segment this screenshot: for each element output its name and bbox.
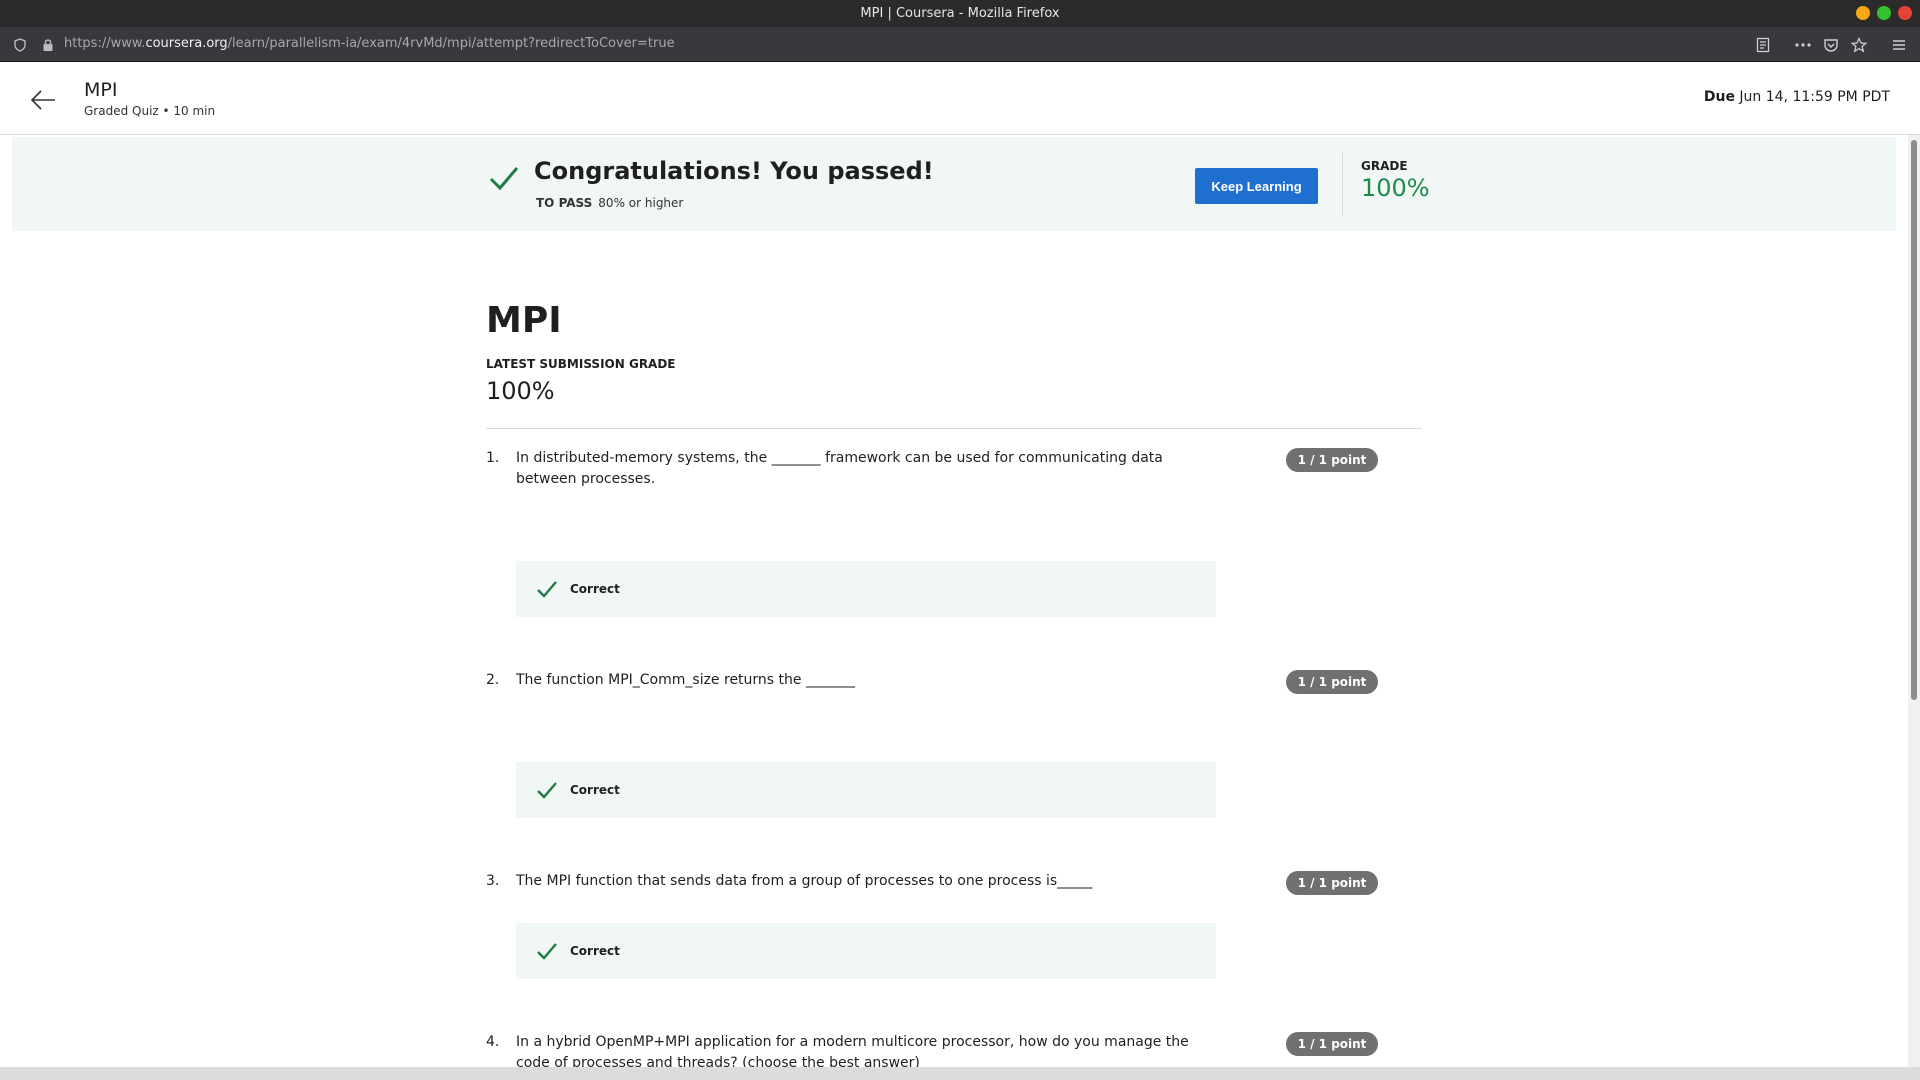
points-badge: 1 / 1 point xyxy=(1286,448,1378,472)
due-label: Due xyxy=(1703,89,1735,105)
passed-banner: Congratulations! You passed! TO PASS 80% … xyxy=(12,137,1896,231)
due-date: Due Jun 14, 11:59 PM PDT xyxy=(1704,89,1890,105)
due-value: Jun 14, 11:59 PM PDT xyxy=(1739,89,1890,105)
check-icon xyxy=(537,782,557,799)
close-button[interactable] xyxy=(1898,6,1912,20)
question-number: 4. xyxy=(486,1034,500,1050)
question-text: The function MPI_Comm_size returns the _… xyxy=(516,672,855,688)
quiz-title: MPI xyxy=(486,300,562,341)
grade-value: 100% xyxy=(1361,174,1430,202)
browser-toolbar: https://www.coursera.org/learn/paralleli… xyxy=(0,27,1920,62)
url-field[interactable]: https://www.coursera.org/learn/paralleli… xyxy=(64,36,675,51)
more-icon[interactable] xyxy=(1794,36,1812,54)
bookmark-star-icon[interactable] xyxy=(1850,36,1868,54)
check-icon xyxy=(537,581,557,598)
reader-view-icon[interactable] xyxy=(1754,36,1772,54)
correct-feedback: Correct xyxy=(516,762,1216,818)
window-titlebar: MPI | Coursera - Mozilla Firefox xyxy=(0,0,1920,27)
check-icon xyxy=(537,943,557,960)
latest-grade-label: LATEST SUBMISSION GRADE xyxy=(486,357,676,371)
menu-icon[interactable] xyxy=(1890,36,1908,54)
question-number: 3. xyxy=(486,873,500,889)
pocket-icon[interactable] xyxy=(1822,36,1840,54)
maximize-button[interactable] xyxy=(1877,6,1891,20)
divider xyxy=(486,428,1422,429)
window-title: MPI | Coursera - Mozilla Firefox xyxy=(860,6,1060,21)
points-badge: 1 / 1 point xyxy=(1286,1032,1378,1056)
question-text: The MPI function that sends data from a … xyxy=(516,873,1093,889)
minimize-button[interactable] xyxy=(1856,6,1870,20)
header-subtitle: Graded Quiz • 10 min xyxy=(84,104,216,118)
keep-learning-button[interactable]: Keep Learning xyxy=(1195,168,1318,204)
points-badge: 1 / 1 point xyxy=(1286,670,1378,694)
feedback-label: Correct xyxy=(570,783,620,797)
page-header: MPI Graded Quiz • 10 min Due Jun 14, 11:… xyxy=(0,63,1920,135)
window-controls xyxy=(1856,6,1912,20)
back-arrow-icon[interactable] xyxy=(28,85,58,115)
correct-feedback: Correct xyxy=(516,923,1216,979)
feedback-label: Correct xyxy=(570,944,620,958)
grade-label: GRADE xyxy=(1361,159,1408,173)
question-number: 2. xyxy=(486,672,500,688)
pass-value: 80% or higher xyxy=(598,196,684,210)
question-text: In distributed-memory systems, the _____… xyxy=(516,450,1163,487)
horizontal-scrollbar[interactable] xyxy=(0,1067,1920,1080)
banner-divider xyxy=(1342,151,1343,217)
lock-icon[interactable] xyxy=(39,36,57,54)
header-title: MPI xyxy=(84,79,118,101)
feedback-label: Correct xyxy=(570,582,620,596)
correct-feedback: Correct xyxy=(516,561,1216,617)
url-path: /learn/parallelism-ia/exam/4rvMd/mpi/att… xyxy=(227,36,675,51)
points-badge: 1 / 1 point xyxy=(1286,871,1378,895)
check-icon xyxy=(487,161,521,195)
scrollbar-thumb[interactable] xyxy=(1911,140,1917,700)
pass-requirement: TO PASS 80% or higher xyxy=(536,196,683,210)
pass-label: TO PASS xyxy=(536,196,593,210)
banner-title: Congratulations! You passed! xyxy=(534,157,934,185)
url-domain: coursera.org xyxy=(145,36,228,51)
latest-grade-value: 100% xyxy=(486,377,555,405)
url-prefix: https://www. xyxy=(64,36,146,51)
question-number: 1. xyxy=(486,450,500,466)
shield-icon[interactable] xyxy=(11,36,29,54)
